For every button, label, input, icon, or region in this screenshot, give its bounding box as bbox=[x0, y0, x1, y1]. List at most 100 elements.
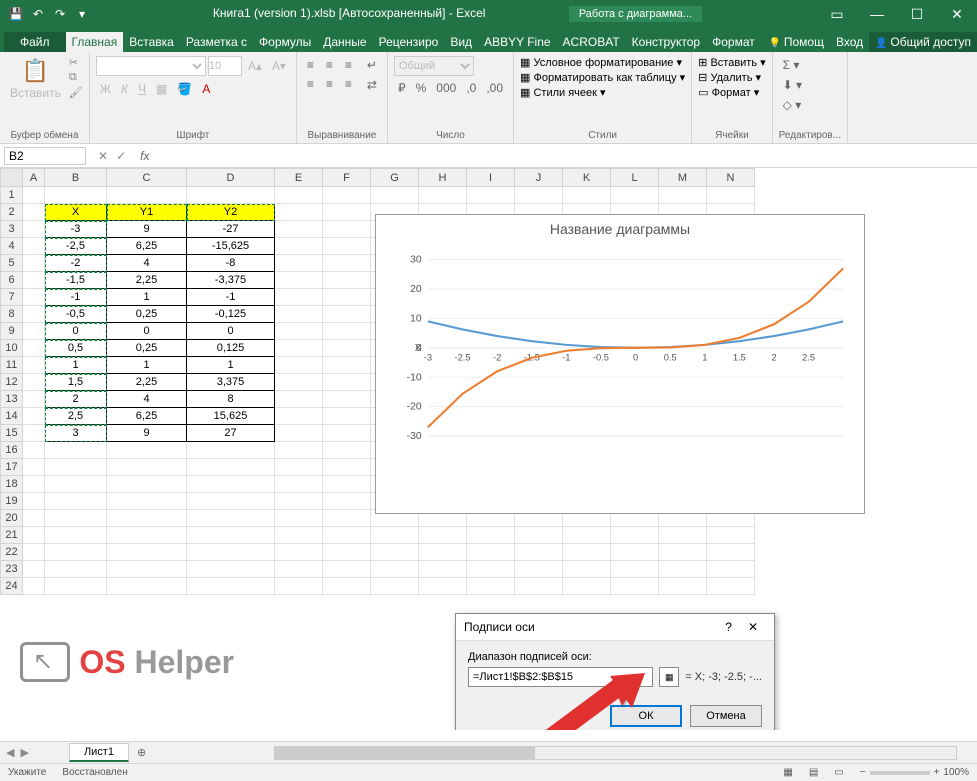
percent-icon[interactable]: % bbox=[412, 79, 431, 97]
cell-F7[interactable] bbox=[323, 289, 371, 306]
cell-D5[interactable]: -8 bbox=[187, 255, 275, 272]
cell-styles-button[interactable]: ▦ Стили ячеек ▾ bbox=[520, 86, 606, 99]
cell-A22[interactable] bbox=[23, 544, 45, 561]
cell-A20[interactable] bbox=[23, 510, 45, 527]
align-bot-icon[interactable]: ≡ bbox=[341, 56, 359, 74]
cell-A13[interactable] bbox=[23, 391, 45, 408]
cell-H23[interactable] bbox=[419, 561, 467, 578]
align-left-icon[interactable]: ≡ bbox=[303, 75, 321, 93]
font-color-icon[interactable]: A bbox=[198, 80, 214, 98]
font-size-input[interactable] bbox=[208, 56, 242, 76]
cell-F12[interactable] bbox=[323, 374, 371, 391]
row-header-3[interactable]: 3 bbox=[1, 221, 23, 238]
cell-L21[interactable] bbox=[611, 527, 659, 544]
cell-C12[interactable]: 2,25 bbox=[107, 374, 187, 391]
cell-E8[interactable] bbox=[275, 306, 323, 323]
fx-icon[interactable]: fx bbox=[134, 149, 155, 163]
format-painter-icon[interactable]: 🖌 bbox=[69, 86, 83, 99]
cell-B19[interactable] bbox=[45, 493, 107, 510]
sheet-tab[interactable]: Лист1 bbox=[69, 743, 129, 762]
tab-login[interactable]: Вход bbox=[830, 32, 869, 52]
cell-J23[interactable] bbox=[515, 561, 563, 578]
cell-A6[interactable] bbox=[23, 272, 45, 289]
row-header-15[interactable]: 15 bbox=[1, 425, 23, 442]
zoom-level[interactable]: 100% bbox=[943, 767, 969, 778]
cell-F1[interactable] bbox=[323, 187, 371, 204]
cell-F11[interactable] bbox=[323, 357, 371, 374]
cell-C24[interactable] bbox=[107, 578, 187, 595]
formula-input[interactable] bbox=[155, 147, 977, 165]
cell-D16[interactable] bbox=[187, 442, 275, 459]
cell-E19[interactable] bbox=[275, 493, 323, 510]
cell-A16[interactable] bbox=[23, 442, 45, 459]
cell-A21[interactable] bbox=[23, 527, 45, 544]
worksheet-grid[interactable]: ABCDEFGHIJKLMN12XY1Y23-39-274-2,56,25-15… bbox=[0, 168, 977, 730]
cell-G22[interactable] bbox=[371, 544, 419, 561]
wrap-text-icon[interactable]: ↵ bbox=[363, 56, 381, 74]
row-header-5[interactable]: 5 bbox=[1, 255, 23, 272]
cell-E12[interactable] bbox=[275, 374, 323, 391]
view-normal-icon[interactable]: ▦ bbox=[783, 767, 792, 778]
cell-E7[interactable] bbox=[275, 289, 323, 306]
decrease-font-icon[interactable]: A▾ bbox=[268, 57, 290, 75]
cell-K1[interactable] bbox=[563, 187, 611, 204]
comma-icon[interactable]: 000 bbox=[432, 79, 460, 97]
cell-M24[interactable] bbox=[659, 578, 707, 595]
row-header-11[interactable]: 11 bbox=[1, 357, 23, 374]
cell-C20[interactable] bbox=[107, 510, 187, 527]
cell-E15[interactable] bbox=[275, 425, 323, 442]
cell-I24[interactable] bbox=[467, 578, 515, 595]
cell-A18[interactable] bbox=[23, 476, 45, 493]
cell-M21[interactable] bbox=[659, 527, 707, 544]
cell-D13[interactable]: 8 bbox=[187, 391, 275, 408]
row-header-7[interactable]: 7 bbox=[1, 289, 23, 306]
cell-F8[interactable] bbox=[323, 306, 371, 323]
cell-B4[interactable]: -2,5 bbox=[45, 238, 107, 255]
cell-B11[interactable]: 1 bbox=[45, 357, 107, 374]
name-box[interactable] bbox=[4, 147, 86, 165]
cell-F21[interactable] bbox=[323, 527, 371, 544]
cancel-edit-icon[interactable]: ✕ bbox=[98, 149, 108, 163]
tab-Главная[interactable]: Главная bbox=[66, 32, 124, 52]
cell-I21[interactable] bbox=[467, 527, 515, 544]
cell-C11[interactable]: 1 bbox=[107, 357, 187, 374]
cell-B5[interactable]: -2 bbox=[45, 255, 107, 272]
row-header-8[interactable]: 8 bbox=[1, 306, 23, 323]
cell-D10[interactable]: 0,125 bbox=[187, 340, 275, 357]
cell-C16[interactable] bbox=[107, 442, 187, 459]
italic-icon[interactable]: К bbox=[117, 80, 132, 98]
cell-B10[interactable]: 0,5 bbox=[45, 340, 107, 357]
cell-F20[interactable] bbox=[323, 510, 371, 527]
cell-G21[interactable] bbox=[371, 527, 419, 544]
cell-A3[interactable] bbox=[23, 221, 45, 238]
cell-C1[interactable] bbox=[107, 187, 187, 204]
cell-C13[interactable]: 4 bbox=[107, 391, 187, 408]
tab-Формулы[interactable]: Формулы bbox=[253, 32, 317, 52]
col-header-C[interactable]: C bbox=[107, 169, 187, 187]
cell-D18[interactable] bbox=[187, 476, 275, 493]
cell-A1[interactable] bbox=[23, 187, 45, 204]
cell-E9[interactable] bbox=[275, 323, 323, 340]
sheet-nav-next-icon[interactable]: ▶ bbox=[20, 746, 28, 759]
cell-F22[interactable] bbox=[323, 544, 371, 561]
cell-C9[interactable]: 0 bbox=[107, 323, 187, 340]
collapse-dialog-icon[interactable]: ▦ bbox=[659, 667, 679, 687]
cell-E22[interactable] bbox=[275, 544, 323, 561]
cell-M23[interactable] bbox=[659, 561, 707, 578]
cell-E5[interactable] bbox=[275, 255, 323, 272]
cell-C14[interactable]: 6,25 bbox=[107, 408, 187, 425]
undo-icon[interactable]: ↶ bbox=[30, 7, 46, 21]
delete-cells-button[interactable]: ⊟ Удалить ▾ bbox=[698, 71, 761, 84]
cell-B2[interactable]: X bbox=[45, 204, 107, 221]
underline-icon[interactable]: Ч bbox=[134, 80, 150, 98]
cell-B13[interactable]: 2 bbox=[45, 391, 107, 408]
col-header-A[interactable]: A bbox=[23, 169, 45, 187]
cell-B6[interactable]: -1,5 bbox=[45, 272, 107, 289]
cell-E21[interactable] bbox=[275, 527, 323, 544]
horizontal-scrollbar[interactable] bbox=[274, 746, 957, 760]
align-top-icon[interactable]: ≡ bbox=[303, 56, 321, 74]
cell-G24[interactable] bbox=[371, 578, 419, 595]
cell-N22[interactable] bbox=[707, 544, 755, 561]
cell-J24[interactable] bbox=[515, 578, 563, 595]
cell-F9[interactable] bbox=[323, 323, 371, 340]
